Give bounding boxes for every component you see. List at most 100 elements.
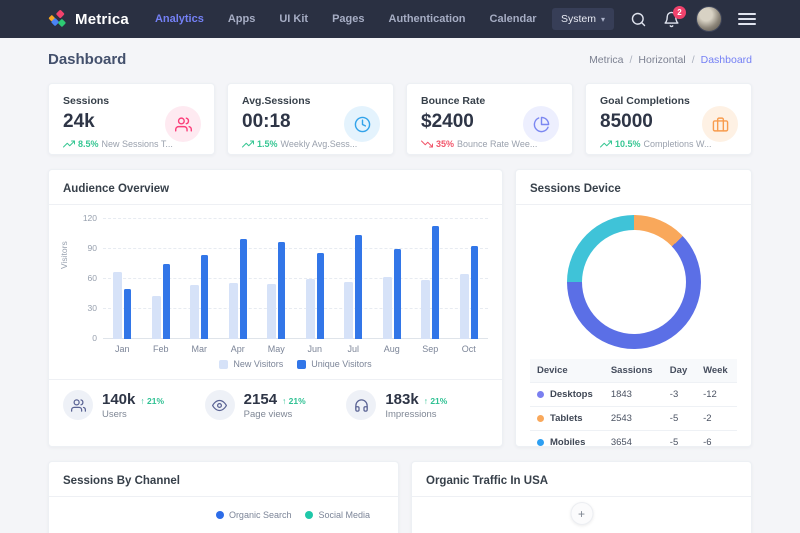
brand-logo[interactable]: Metrica [48,9,129,29]
pie-chart-icon [533,116,550,133]
bar-chart-plot: 0306090120 [103,219,488,339]
x-axis-tick-feb: Feb [142,344,181,354]
search-icon[interactable] [630,11,647,28]
trending-up-icon [242,138,254,150]
y-axis-tick: 0 [69,333,97,343]
y-axis-tick: 90 [69,243,97,253]
device-dot [537,439,544,446]
bar-new-visitors-apr [229,283,238,339]
bar-unique-visitors-jun [317,253,324,339]
bar-series [103,219,488,339]
divider [49,496,398,497]
table-header-device: Device [530,359,604,383]
audience-bar-chart: Visitors 0306090120 JanFebMarAprMayJunJu… [63,219,488,369]
device-sassions: 1843 [604,383,663,407]
bar-unique-visitors-aug [394,249,401,339]
table-row-desktops: Desktops1843-3-12 [530,383,737,407]
top-navbar: Metrica Analytics Apps UI Kit Pages Authenti… [0,0,800,38]
map-zoom-in-button[interactable]: + [570,502,593,525]
nav-item-calendar[interactable]: Calendar [490,13,537,25]
nav-item-authentication[interactable]: Authentication [389,13,466,25]
footer-stat-label: Page views [244,409,306,420]
trending-up-icon [63,138,75,150]
footer-stat-percent: ↑ 21% [282,396,306,406]
legend-label: Organic Search [229,510,292,520]
bar-unique-visitors-may [278,242,285,339]
device-name: Desktops [550,389,593,400]
x-axis-tick-jul: Jul [334,344,373,354]
table-row-mobiles: Mobiles3654-5-6 [530,431,737,448]
footer-stat-icon-circle [63,390,93,420]
system-dropdown[interactable]: System ▾ [552,8,614,30]
menu-icon[interactable] [738,13,756,25]
bar-unique-visitors-mar [201,255,208,339]
breadcrumb-item-horizontal[interactable]: Horizontal [638,54,685,66]
bar-new-visitors-aug [383,277,392,339]
stat-card-goal-completions: Goal Completions8500010.5%Completions W.… [585,83,752,155]
legend-item-new-visitors: New Visitors [219,359,283,369]
divider [49,204,502,205]
device-day: -5 [663,431,696,448]
audience-footer-stats: 140k↑ 21%Users2154↑ 21%Page views183k↑ 2… [49,379,502,420]
footer-stat-label: Impressions [385,409,447,420]
bar-unique-visitors-jul [355,235,362,339]
stat-card-note-text: New Sessions T... [102,139,173,149]
legend-swatch [219,360,228,369]
footer-stat-icon-circle [205,390,235,420]
bar-group-feb [142,219,181,339]
avatar[interactable] [696,6,722,32]
notifications-button[interactable]: 2 [663,11,680,28]
legend-item-unique-visitors: Unique Visitors [297,359,371,369]
legend-dot [305,511,313,519]
device-week: -2 [696,407,737,431]
sessions-device-donut-chart [567,215,701,349]
nav-menu: Analytics Apps UI Kit Pages Authentication Ca… [155,13,552,25]
legend-label: New Visitors [233,359,283,369]
footer-stat-percent: ↑ 21% [424,396,448,406]
footer-stat-impressions: 183k↑ 21%Impressions [346,390,488,420]
breadcrumb: Metrica/Horizontal/Dashboard [589,54,752,66]
breadcrumb-item-metrica[interactable]: Metrica [589,54,623,66]
nav-item-analytics[interactable]: Analytics [155,13,204,25]
breadcrumb-separator: / [692,54,695,66]
breadcrumb-item-dashboard: Dashboard [701,54,752,66]
sessions-by-channel-title: Sessions By Channel [63,475,384,487]
footer-stat-users: 140k↑ 21%Users [63,390,205,420]
stat-card-percent: 8.5% [78,139,99,149]
nav-item-apps[interactable]: Apps [228,13,256,25]
bar-group-jul [334,219,373,339]
sessions-device-table: DeviceSassionsDayWeek Desktops1843-3-12T… [530,359,737,447]
stat-card-percent: 1.5% [257,139,278,149]
device-sassions: 3654 [604,431,663,448]
system-dropdown-label: System [561,13,596,25]
legend-item-organic-search: Organic Search [216,510,292,520]
footer-stat-label: Users [102,409,164,420]
bar-new-visitors-jun [306,279,315,339]
device-week: -6 [696,431,737,448]
bar-group-jun [296,219,335,339]
nav-item-ui-kit[interactable]: UI Kit [279,13,308,25]
bar-group-oct [450,219,489,339]
bar-chart-legend: New Visitors Unique Visitors [103,359,488,369]
legend-swatch [297,360,306,369]
footer-stat-value: 140k [102,391,135,408]
footer-stat-icon-circle [346,390,376,420]
donut-hole [582,230,686,334]
notification-badge: 2 [673,6,686,19]
x-axis-labels: JanFebMarAprMayJunJulAugSepOct [103,344,488,354]
table-header-day: Day [663,359,696,383]
sessions-device-title: Sessions Device [530,183,737,195]
bar-new-visitors-feb [152,296,161,339]
audience-overview-card: Audience Overview Visitors 0306090120 Ja… [48,169,503,447]
bar-unique-visitors-feb [163,264,170,339]
x-axis-tick-jan: Jan [103,344,142,354]
stat-card-percent: 35% [436,139,454,149]
bar-unique-visitors-apr [240,239,247,339]
metrica-logo-icon [48,9,68,29]
legend-item-social-media: Social Media [305,510,370,520]
device-day: -3 [663,383,696,407]
bar-group-apr [219,219,258,339]
nav-item-pages[interactable]: Pages [332,13,364,25]
page-title: Dashboard [48,51,126,68]
x-axis-tick-sep: Sep [411,344,450,354]
